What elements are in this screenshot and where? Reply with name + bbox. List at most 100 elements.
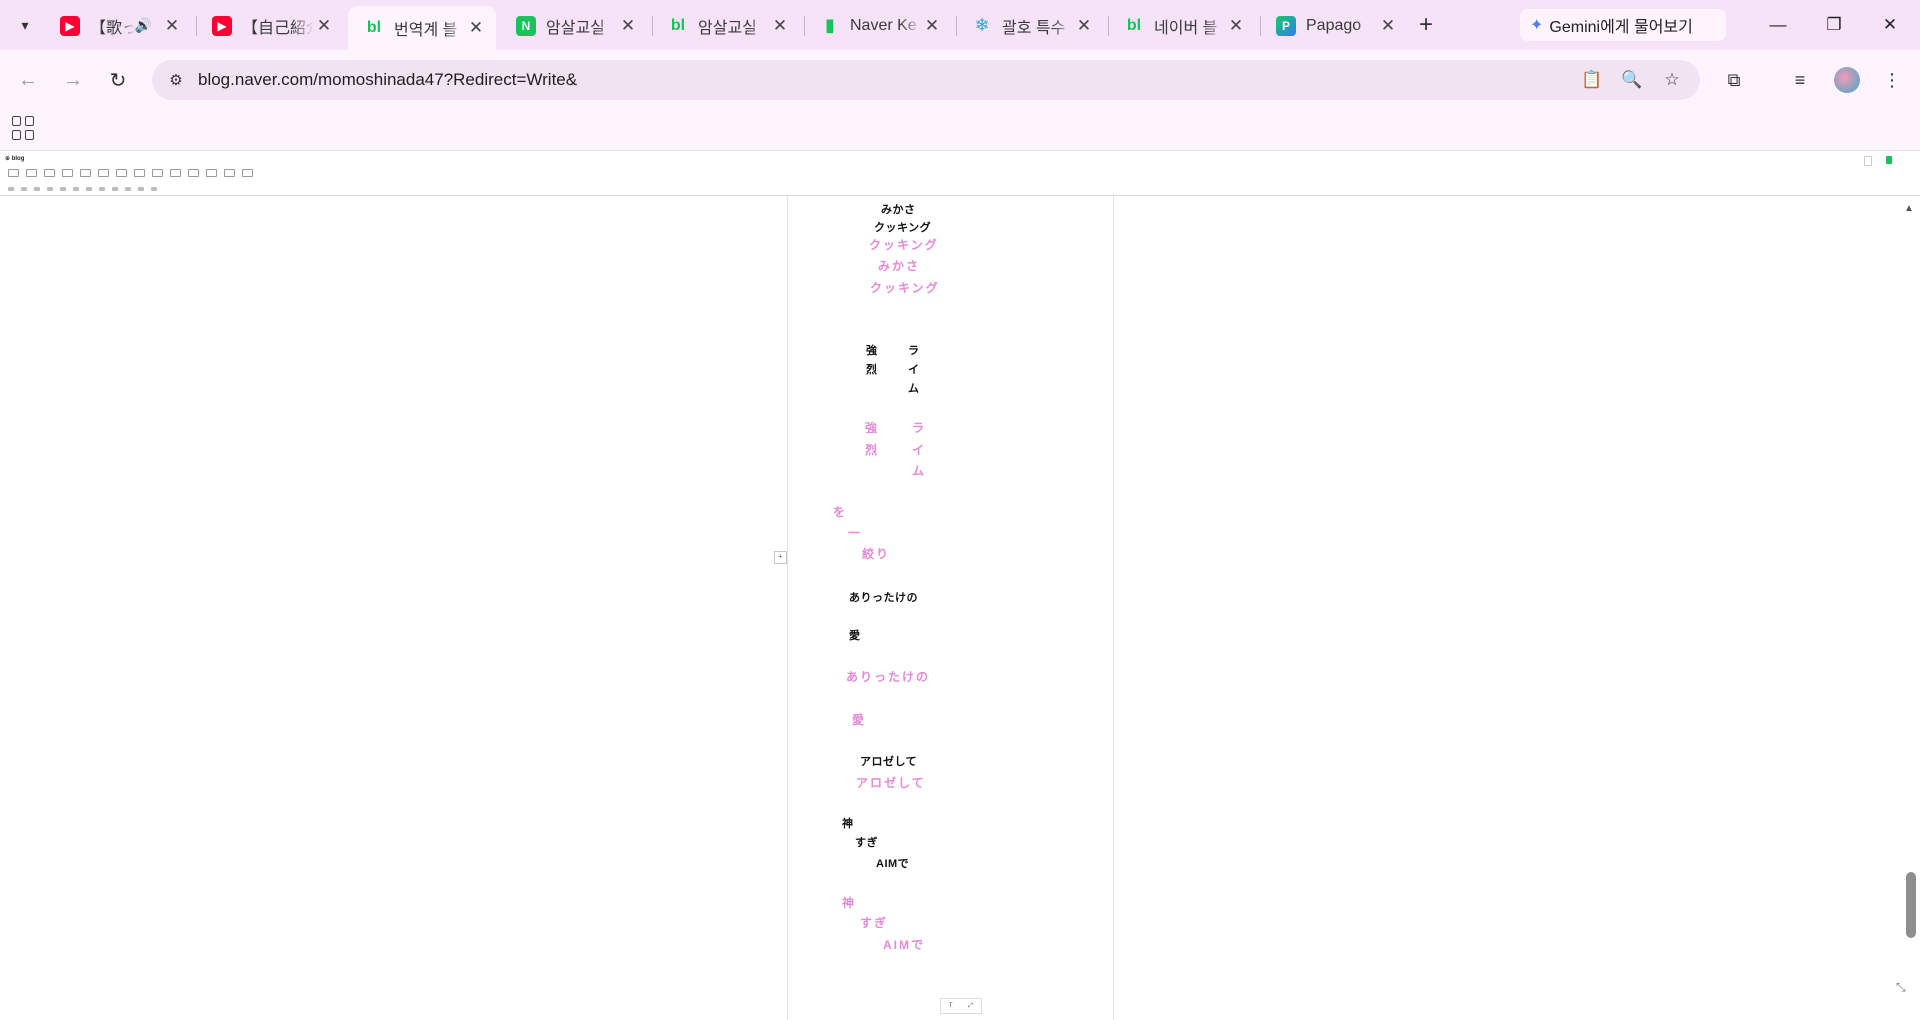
- lyric-line[interactable]: アロゼして: [860, 753, 917, 769]
- tab-7[interactable]: bl 네이버 블 ✕: [1108, 7, 1256, 44]
- lyric-line[interactable]: イ: [912, 441, 926, 458]
- publish-button[interactable]: [1886, 156, 1892, 164]
- url-text[interactable]: blog.naver.com/momoshinada47?Redirect=Wr…: [198, 70, 577, 90]
- tab-6[interactable]: ❄ 괄호 특수 ✕: [956, 7, 1104, 44]
- align-icon[interactable]: [112, 187, 118, 191]
- forward-button[interactable]: →: [57, 64, 89, 96]
- clipboard-icon[interactable]: 📋: [1580, 68, 1604, 92]
- close-icon[interactable]: ✕: [770, 16, 790, 36]
- lyric-line[interactable]: クッキング: [869, 236, 939, 253]
- lyric-line[interactable]: ありったけの: [849, 589, 918, 605]
- schedule-icon[interactable]: [134, 169, 145, 177]
- template-icon[interactable]: [206, 169, 217, 177]
- lyric-line[interactable]: みかさ: [881, 201, 916, 217]
- bold-icon[interactable]: [34, 187, 40, 191]
- lyric-line[interactable]: 愛: [849, 627, 861, 643]
- lyric-line[interactable]: ム: [912, 462, 926, 479]
- address-bar[interactable]: ⚙ blog.naver.com/momoshinada47?Redirect=…: [152, 60, 1700, 100]
- tab-5[interactable]: ▮ Naver Ke ✕: [804, 7, 952, 44]
- lyric-line[interactable]: すぎ: [860, 914, 888, 931]
- lyric-line[interactable]: 絞り: [862, 545, 890, 562]
- new-tab-button[interactable]: +: [1412, 11, 1440, 39]
- tab-search-button[interactable]: ▾: [10, 11, 40, 39]
- photo-icon[interactable]: [8, 169, 19, 177]
- strike-icon[interactable]: [73, 187, 79, 191]
- close-icon[interactable]: ✕: [1074, 16, 1094, 36]
- close-icon[interactable]: ✕: [1378, 16, 1398, 36]
- lyric-line[interactable]: ありったけの: [846, 668, 930, 685]
- site-settings-icon[interactable]: ⚙: [164, 68, 188, 92]
- window-close-button[interactable]: ✕: [1868, 10, 1912, 40]
- menu-icon[interactable]: ⋮: [1876, 64, 1908, 96]
- link-icon[interactable]: [98, 169, 109, 177]
- formula-icon[interactable]: [188, 169, 199, 177]
- add-block-button[interactable]: +: [774, 551, 787, 564]
- avatar[interactable]: [1834, 67, 1860, 93]
- lyric-line[interactable]: 烈: [865, 441, 879, 458]
- close-icon[interactable]: ✕: [618, 16, 638, 36]
- divider-icon[interactable]: [62, 169, 73, 177]
- line-height-icon[interactable]: [125, 187, 131, 191]
- save-button[interactable]: [1864, 156, 1872, 166]
- lyric-line[interactable]: AIMで: [883, 936, 925, 953]
- text-tool-icon[interactable]: T: [949, 1003, 953, 1009]
- close-icon[interactable]: ✕: [1226, 16, 1246, 36]
- music-icon[interactable]: [242, 169, 253, 177]
- lyric-line[interactable]: イ: [908, 361, 920, 377]
- quote-icon[interactable]: [44, 169, 55, 177]
- lyric-line[interactable]: アロゼして: [856, 774, 926, 791]
- close-icon[interactable]: ✕: [922, 16, 942, 36]
- scroll-up-arrow[interactable]: ▲: [1904, 203, 1914, 214]
- expand-icon[interactable]: ⤢: [968, 1003, 973, 1010]
- lyric-line[interactable]: ラ: [908, 342, 920, 358]
- text-color-icon[interactable]: [86, 187, 92, 191]
- blog-logo[interactable]: ⊕ blog: [5, 155, 24, 162]
- apps-grid-icon[interactable]: [12, 116, 36, 140]
- italic-icon[interactable]: [47, 187, 53, 191]
- tab-4[interactable]: bl 암살교실 ✕: [652, 7, 800, 44]
- floating-format-tool[interactable]: T ⤢: [940, 998, 982, 1014]
- lyric-line[interactable]: クッキング: [870, 279, 940, 296]
- sticker-icon[interactable]: [26, 169, 37, 177]
- lyric-line[interactable]: 一: [848, 524, 862, 541]
- list-icon[interactable]: [138, 187, 144, 191]
- lyric-line[interactable]: 烈: [866, 361, 878, 377]
- zoom-icon[interactable]: 🔍: [1620, 68, 1644, 92]
- tab-1[interactable]: ▶ 【自己紹介 ✕: [196, 7, 344, 44]
- lyric-line[interactable]: すぎ: [855, 834, 878, 850]
- tab-0[interactable]: ▶ 【歌っ 🔊 ✕: [44, 7, 192, 44]
- lyric-line[interactable]: クッキング: [874, 219, 931, 235]
- tab-2[interactable]: bl 번역계 블 ✕: [348, 6, 496, 50]
- tab-8[interactable]: P Papago ✕: [1260, 7, 1408, 44]
- lyric-line[interactable]: を: [833, 503, 847, 520]
- reload-button[interactable]: ↻: [102, 64, 134, 96]
- lyric-line[interactable]: みかさ: [878, 257, 920, 274]
- minimize-button[interactable]: —: [1756, 10, 1800, 40]
- gemini-button[interactable]: ✦ Gemini에게 물어보기: [1520, 9, 1726, 41]
- tab-3[interactable]: N 암살교실 ✕: [500, 7, 648, 44]
- lyric-line[interactable]: 強: [866, 342, 878, 358]
- vote-icon[interactable]: [224, 169, 235, 177]
- table-icon[interactable]: [170, 169, 181, 177]
- media-control-icon[interactable]: ≡: [1784, 64, 1816, 96]
- lyric-line[interactable]: 愛: [852, 711, 866, 728]
- lyric-line[interactable]: 強: [865, 419, 879, 436]
- code-icon[interactable]: [152, 169, 163, 177]
- editor-document[interactable]: [787, 196, 1114, 1020]
- place-icon[interactable]: [80, 169, 91, 177]
- lyric-line[interactable]: 神: [842, 894, 856, 911]
- highlight-icon[interactable]: [99, 187, 105, 191]
- close-icon[interactable]: ✕: [162, 16, 182, 36]
- lyric-line[interactable]: ラ: [912, 419, 926, 436]
- speaker-icon[interactable]: 🔊: [135, 17, 152, 34]
- lyric-line[interactable]: ム: [908, 380, 920, 396]
- bookmark-star-icon[interactable]: ☆: [1660, 68, 1684, 92]
- lyric-line[interactable]: 神: [842, 815, 854, 831]
- file-icon[interactable]: [116, 169, 127, 177]
- underline-icon[interactable]: [60, 187, 66, 191]
- scrollbar-thumb[interactable]: [1906, 872, 1916, 938]
- font-size-select[interactable]: [21, 187, 27, 191]
- font-select[interactable]: [8, 187, 14, 191]
- close-icon[interactable]: ✕: [466, 18, 486, 38]
- restore-button[interactable]: ❐: [1812, 10, 1856, 40]
